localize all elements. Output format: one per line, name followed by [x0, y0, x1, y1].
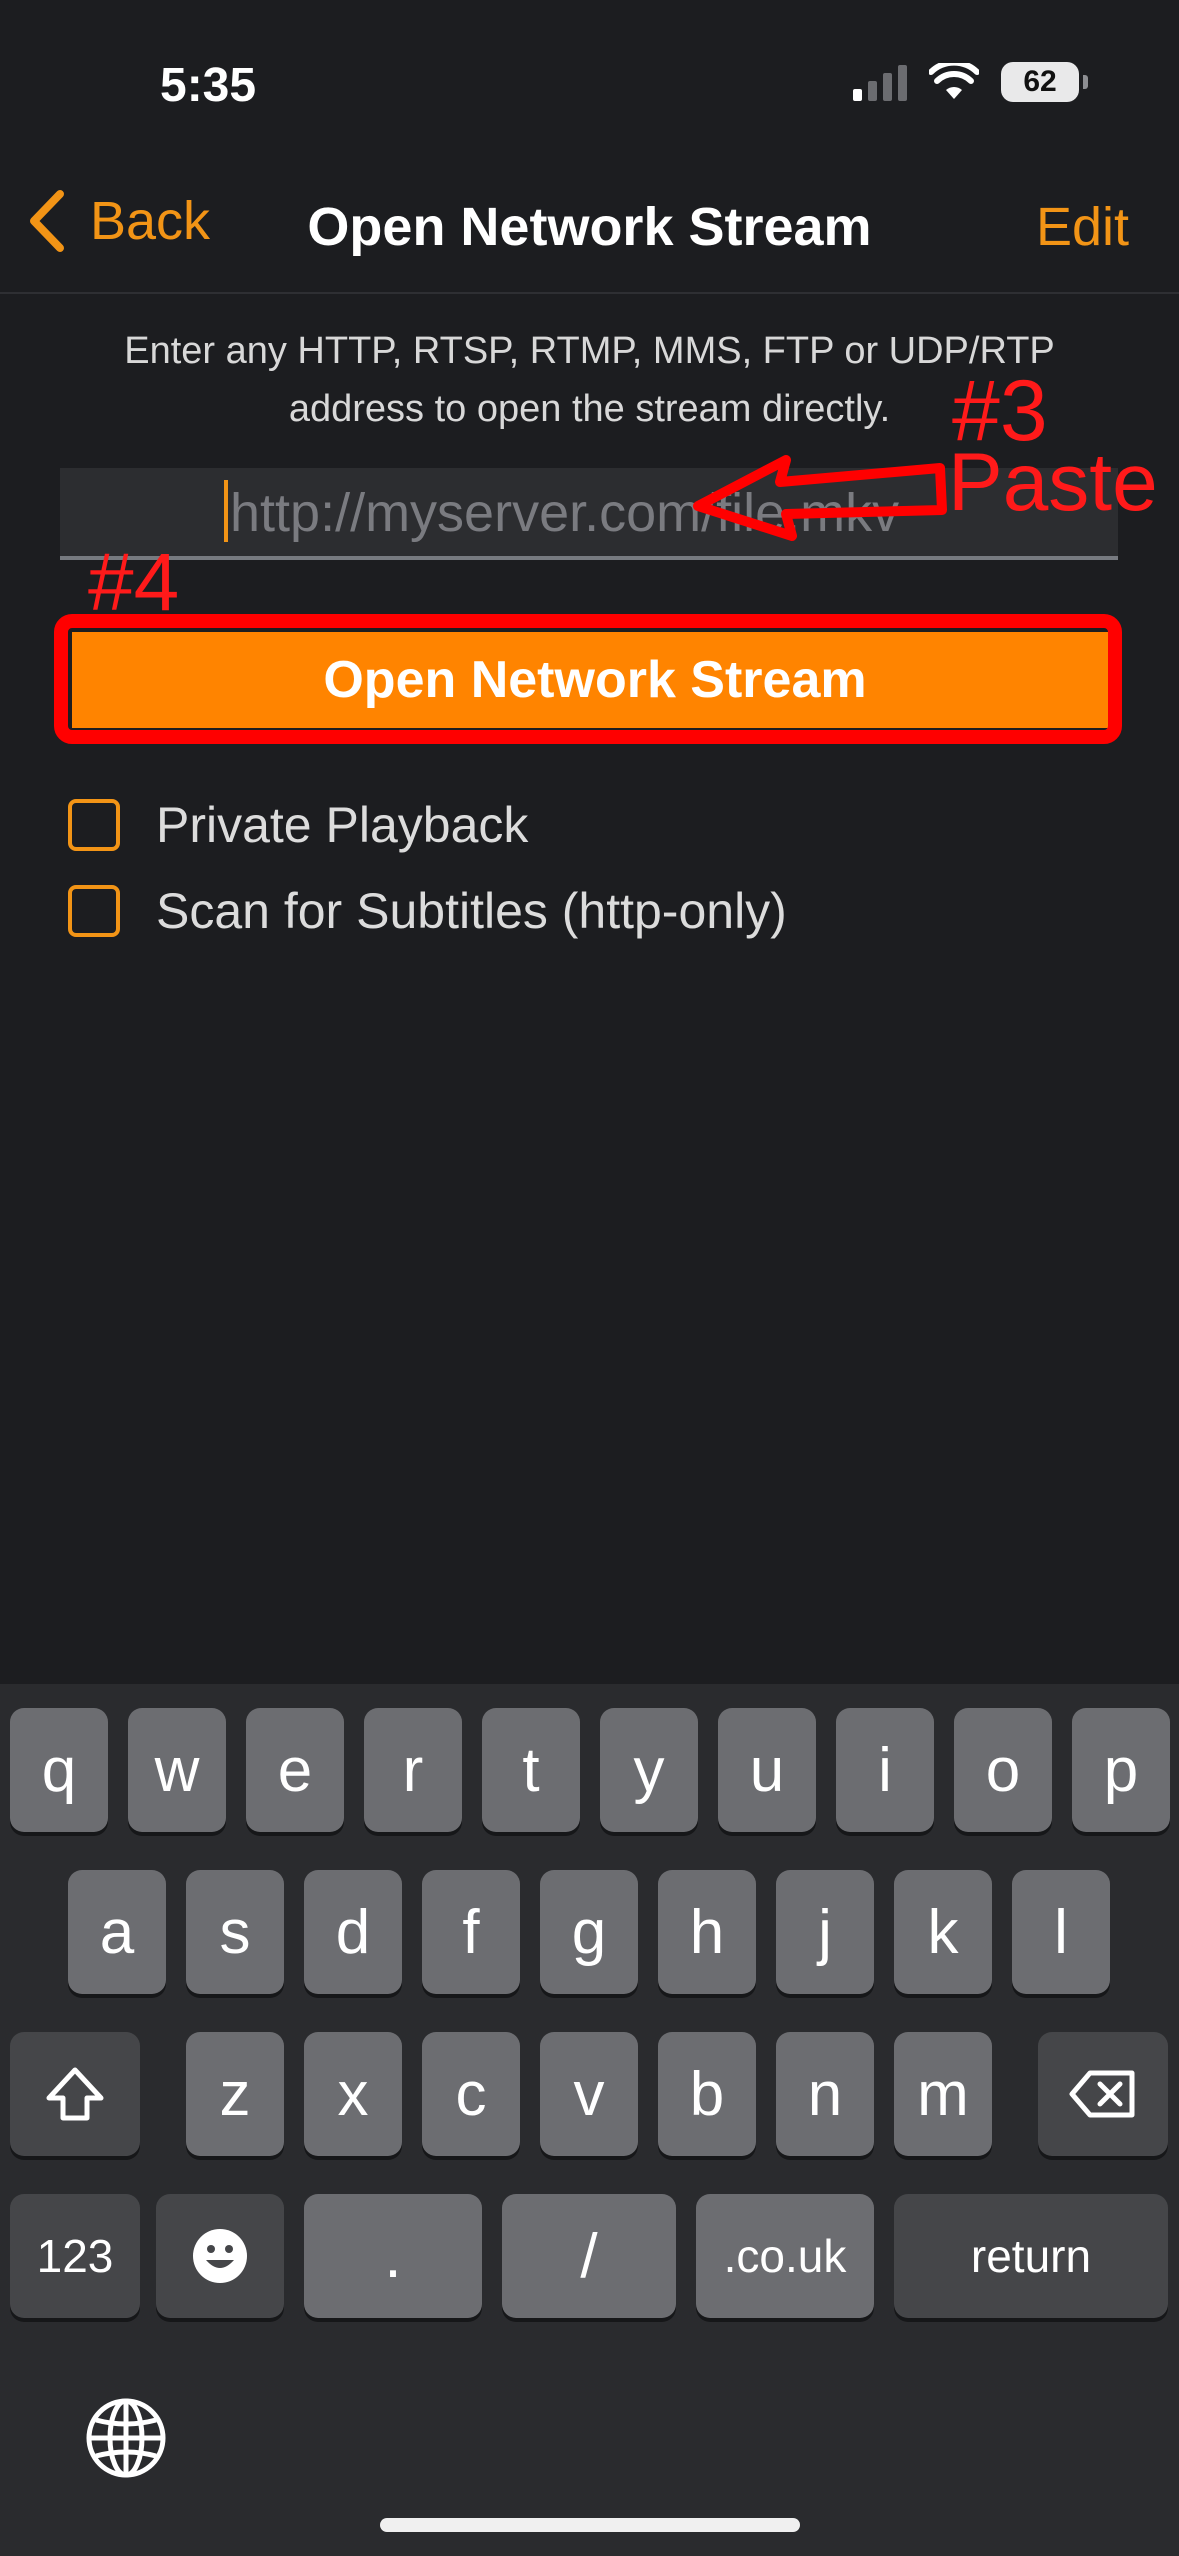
key-p[interactable]: p	[1072, 1708, 1170, 1832]
key-e[interactable]: e	[246, 1708, 344, 1832]
page-title: Open Network Stream	[307, 197, 872, 257]
annotation-arrow-icon	[693, 455, 947, 541]
key-r[interactable]: r	[364, 1708, 462, 1832]
key-h[interactable]: h	[658, 1870, 756, 1994]
scan-subtitles-label: Scan for Subtitles (http-only)	[156, 883, 787, 939]
annotation-step-4: #4	[88, 537, 180, 628]
key-i[interactable]: i	[836, 1708, 934, 1832]
text-caret	[224, 480, 228, 542]
shift-arrow-icon	[46, 2067, 104, 2121]
emoji-icon	[193, 2229, 247, 2283]
key-k[interactable]: k	[894, 1870, 992, 1994]
navigation-bar: Back Open Network Stream Edit	[0, 170, 1179, 294]
key-y[interactable]: y	[600, 1708, 698, 1832]
key-f[interactable]: f	[422, 1870, 520, 1994]
key-s[interactable]: s	[186, 1870, 284, 1994]
key-z[interactable]: z	[186, 2032, 284, 2156]
scan-subtitles-checkbox[interactable]	[68, 885, 120, 937]
shift-key[interactable]	[10, 2032, 140, 2156]
slash-key[interactable]: /	[502, 2194, 676, 2318]
wifi-icon	[929, 63, 979, 99]
key-l[interactable]: l	[1012, 1870, 1110, 1994]
backspace-icon	[1069, 2070, 1135, 2118]
battery-icon: 62	[1001, 62, 1088, 102]
period-key[interactable]: .	[304, 2194, 482, 2318]
key-g[interactable]: g	[540, 1870, 638, 1994]
edit-button[interactable]: Edit	[1036, 196, 1129, 258]
key-n[interactable]: n	[776, 2032, 874, 2156]
cellular-signal-icon	[853, 63, 907, 101]
return-key[interactable]: return	[894, 2194, 1168, 2318]
key-w[interactable]: w	[128, 1708, 226, 1832]
status-icons: 62	[853, 62, 1088, 102]
key-a[interactable]: a	[68, 1870, 166, 1994]
key-b[interactable]: b	[658, 2032, 756, 2156]
key-m[interactable]: m	[894, 2032, 992, 2156]
domain-key[interactable]: .co.uk	[696, 2194, 874, 2318]
status-time: 5:35	[160, 59, 257, 112]
key-v[interactable]: v	[540, 2032, 638, 2156]
key-o[interactable]: o	[954, 1708, 1052, 1832]
private-playback-option[interactable]: Private Playback	[68, 796, 528, 854]
numbers-key[interactable]: 123	[10, 2194, 140, 2318]
home-indicator[interactable]	[380, 2518, 800, 2532]
key-d[interactable]: d	[304, 1870, 402, 1994]
screen: 5:35 62 Back Open Network Stream Edit En…	[0, 0, 1179, 2556]
globe-icon[interactable]	[84, 2396, 168, 2480]
scan-subtitles-option[interactable]: Scan for Subtitles (http-only)	[68, 882, 787, 940]
emoji-key[interactable]	[156, 2194, 284, 2318]
key-c[interactable]: c	[422, 2032, 520, 2156]
key-j[interactable]: j	[776, 1870, 874, 1994]
private-playback-label: Private Playback	[156, 797, 529, 853]
annotation-paste: Paste	[948, 437, 1158, 528]
key-x[interactable]: x	[304, 2032, 402, 2156]
delete-key[interactable]	[1038, 2032, 1168, 2156]
key-t[interactable]: t	[482, 1708, 580, 1832]
key-u[interactable]: u	[718, 1708, 816, 1832]
private-playback-checkbox[interactable]	[68, 799, 120, 851]
key-q[interactable]: q	[10, 1708, 108, 1832]
annotation-highlight-box	[54, 614, 1122, 744]
